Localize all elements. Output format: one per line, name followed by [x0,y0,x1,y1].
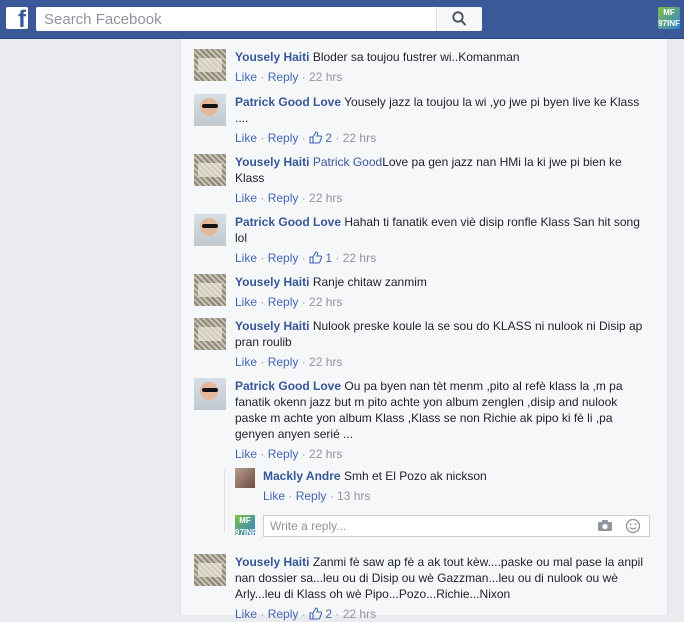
like-count[interactable]: 2 [325,131,332,145]
avatar[interactable] [194,318,226,350]
like-link[interactable]: Like [235,251,257,265]
reply-link[interactable]: Reply [268,607,299,621]
avatar[interactable] [194,378,226,410]
page-scrollbar[interactable] [676,39,684,615]
search-button[interactable] [436,7,482,31]
comment-timestamp[interactable]: 22 hrs [309,70,342,84]
comments-panel: Yousely Haiti Bloder sa toujou fustrer w… [180,39,668,621]
thumbs-up-icon [309,251,323,264]
comment-timestamp[interactable]: 22 hrs [309,355,342,369]
search-box [36,7,482,31]
thumbs-up-icon [309,131,323,144]
search-icon [452,11,467,26]
avatar[interactable] [194,49,226,81]
comment-author[interactable]: Patrick Good Love [235,379,341,393]
comment-author[interactable]: Mackly Andre [263,469,341,483]
reply-link[interactable]: Reply [268,131,299,145]
like-link[interactable]: Like [235,447,257,461]
thumbs-up-icon [309,607,323,620]
current-user-avatar: MF 97INF [235,515,255,535]
avatar[interactable] [194,154,226,186]
avatar[interactable] [194,94,226,126]
comment-text: Bloder sa toujou fustrer wi..Komanman [312,50,520,64]
avatar[interactable] [194,214,226,246]
write-reply-box [263,515,650,537]
avatar[interactable] [194,274,226,306]
avatar[interactable] [235,468,255,488]
reply-input[interactable] [264,516,596,536]
camera-icon[interactable] [597,519,613,532]
comment-author[interactable]: Patrick Good Love [235,215,341,229]
comment-timestamp[interactable]: 13 hrs [337,489,370,503]
comment-author[interactable]: Yousely Haiti [235,275,309,289]
like-link[interactable]: Like [235,131,257,145]
like-link[interactable]: Like [235,70,257,84]
comment-timestamp[interactable]: 22 hrs [343,131,376,145]
reply-link[interactable]: Reply [268,191,299,205]
comment-author[interactable]: Yousely Haiti [235,50,309,64]
comment-text: Smh et El Pozo ak nickson [343,469,487,483]
page-avatar-icon[interactable]: MF 97INF [658,7,680,29]
facebook-logo-icon[interactable]: f [6,7,28,29]
reply-link[interactable]: Reply [268,355,299,369]
comment-author[interactable]: Yousely Haiti [235,319,309,333]
comment-timestamp[interactable]: 22 hrs [309,447,342,461]
comment-author[interactable]: Yousely Haiti [235,555,309,569]
reply-link[interactable]: Reply [268,295,299,309]
reply-thread-line [224,470,225,532]
comment-timestamp[interactable]: 22 hrs [309,295,342,309]
like-link[interactable]: Like [235,607,257,621]
comment-text: Ranje chitaw zanmim [312,275,427,289]
mentioned-user[interactable]: Patrick Good [313,155,382,169]
comment-timestamp[interactable]: 22 hrs [309,191,342,205]
comment-timestamp[interactable]: 22 hrs [343,251,376,265]
like-link[interactable]: Like [235,295,257,309]
emoji-icon[interactable] [625,518,641,534]
reply-link[interactable]: Reply [296,489,327,503]
reply-link[interactable]: Reply [268,70,299,84]
comment-timestamp[interactable]: 22 hrs [343,607,376,621]
avatar[interactable] [194,554,226,586]
like-link[interactable]: Like [235,355,257,369]
like-count[interactable]: 1 [325,251,332,265]
top-navigation-bar: f MF 97INF [0,0,684,39]
comment-author[interactable]: Yousely Haiti [235,155,309,169]
like-link[interactable]: Like [235,191,257,205]
like-link[interactable]: Like [263,489,285,503]
reply-link[interactable]: Reply [268,447,299,461]
search-input[interactable] [36,7,452,31]
like-count[interactable]: 2 [325,607,332,621]
comment-author[interactable]: Patrick Good Love [235,95,341,109]
reply-link[interactable]: Reply [268,251,299,265]
